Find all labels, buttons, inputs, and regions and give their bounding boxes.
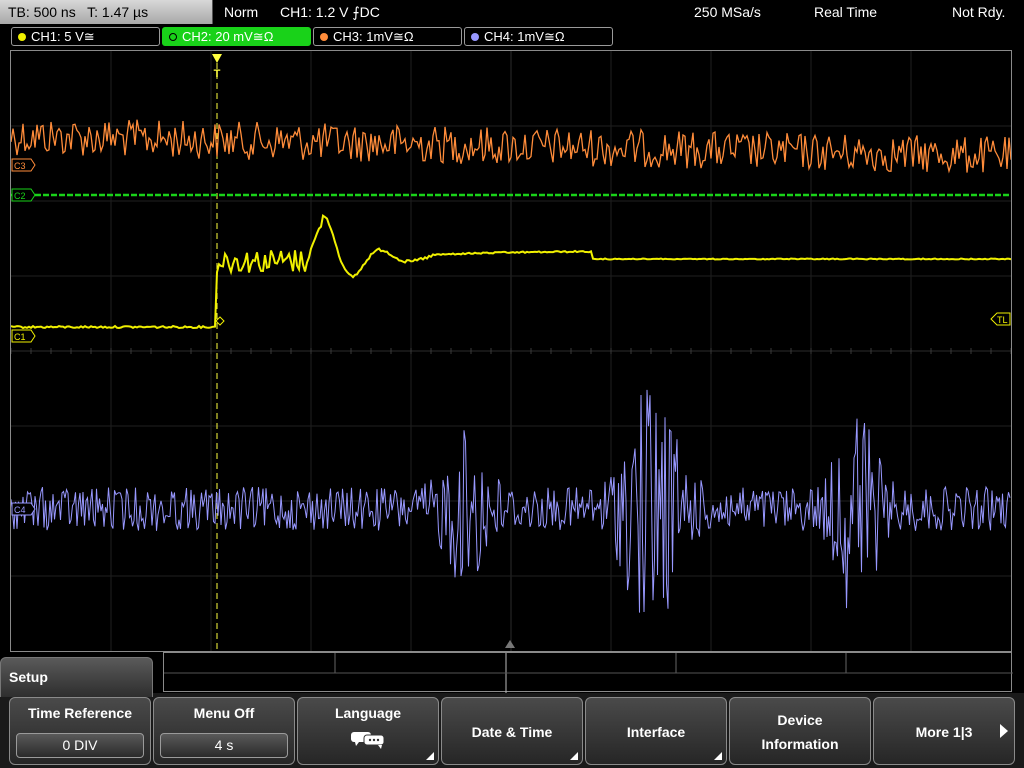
ch4-offset-marker: C4 <box>11 502 36 516</box>
ch1-offset-marker: C1 <box>11 329 36 343</box>
channel-tab-ch4[interactable]: CH4: 1mV≅Ω <box>464 27 613 46</box>
arrow-right-icon <box>1000 724 1008 738</box>
menu-off-button[interactable]: Menu Off 4 s <box>153 697 295 765</box>
device-information-label-1: Device <box>777 712 823 728</box>
waveform-display[interactable]: T C3 C2 C1 C4 TL <box>10 50 1012 652</box>
ch3-marker-label: C3 <box>14 161 26 171</box>
more-button[interactable]: More 1|3 <box>873 697 1015 765</box>
language-label: Language <box>334 705 402 721</box>
ch1-color-dot <box>18 33 26 41</box>
trigger-status: Not Rdy. <box>952 4 1006 20</box>
date-time-button[interactable]: Date & Time <box>441 697 583 765</box>
ch2-color-dot <box>169 33 177 41</box>
speech-bubbles-icon <box>351 732 385 749</box>
ch3-label: CH3: 1mV≅Ω <box>333 29 414 44</box>
submenu-corner-icon <box>570 752 578 760</box>
channel-tab-ch3[interactable]: CH3: 1mV≅Ω <box>313 27 462 46</box>
submenu-corner-icon <box>426 752 434 760</box>
time-reference-button[interactable]: Time Reference 0 DIV <box>9 697 151 765</box>
trigger-level-marker: TL <box>990 312 1011 326</box>
ch4-color-dot <box>471 33 479 41</box>
timebase-value: TB: 500 ns <box>8 4 76 20</box>
horizontal-ruler <box>163 652 1013 693</box>
trigger-mode[interactable]: Norm <box>224 0 258 24</box>
time-reference-value: 0 DIV <box>16 733 144 758</box>
ch2-offset-marker: C2 <box>11 188 36 202</box>
trigger-time-value: T: 1.47 µs <box>87 4 149 20</box>
language-button[interactable]: Language <box>297 697 439 765</box>
date-time-label: Date & Time <box>471 724 553 740</box>
submenu-corner-icon <box>714 752 722 760</box>
channel-tab-ch1[interactable]: CH1: 5 V≅ <box>11 27 160 46</box>
trigger-setting[interactable]: CH1: 1.2 V ⨍DC <box>280 0 380 24</box>
center-marker-icon <box>505 640 515 648</box>
acquisition-mode: Real Time <box>814 4 878 20</box>
ch3-color-dot <box>320 33 328 41</box>
more-label: More 1|3 <box>915 724 973 740</box>
waveform-canvas: T C3 C2 C1 C4 TL <box>11 51 1011 651</box>
sample-rate: 250 MSa/s <box>694 4 761 20</box>
menu-title-label: Setup <box>9 669 48 685</box>
device-information-label-2: Information <box>761 736 839 752</box>
timebase-box[interactable]: TB: 500 ns T: 1.47 µs <box>0 0 213 24</box>
ch3-offset-marker: C3 <box>11 158 36 172</box>
ch2-label: CH2: 20 mV≅Ω <box>182 29 274 44</box>
interface-button[interactable]: Interface <box>585 697 727 765</box>
trigger-marker-label: T <box>214 68 221 80</box>
menu-off-value: 4 s <box>160 733 288 758</box>
ch1-marker-label: C1 <box>14 332 26 342</box>
menu-off-label: Menu Off <box>193 705 255 721</box>
time-reference-label: Time Reference <box>27 705 132 721</box>
trigger-level-label: TL <box>997 315 1008 325</box>
status-bar: TB: 500 ns T: 1.47 µs Norm CH1: 1.2 V ⨍D… <box>0 0 1024 25</box>
ruler-ticks <box>164 653 1013 693</box>
channel-tab-ch2[interactable]: CH2: 20 mV≅Ω <box>162 27 311 46</box>
device-information-button[interactable]: Device Information <box>729 697 871 765</box>
ch2-marker-label: C2 <box>14 191 26 201</box>
ch4-marker-label: C4 <box>14 505 26 515</box>
interface-label: Interface <box>626 724 686 740</box>
ch1-label: CH1: 5 V≅ <box>31 29 95 44</box>
menu-title: Setup <box>0 657 153 697</box>
ch4-label: CH4: 1mV≅Ω <box>484 29 565 44</box>
